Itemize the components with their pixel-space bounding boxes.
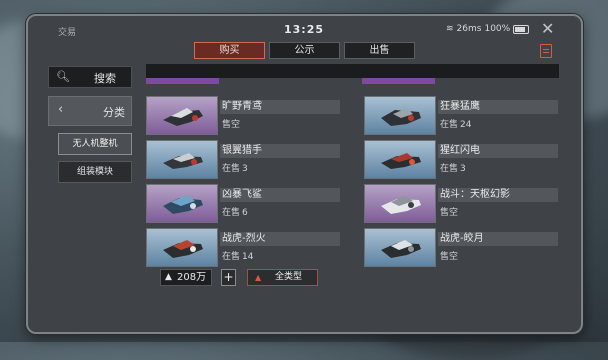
- search-label: 搜索: [94, 72, 116, 85]
- stock-value: 3: [242, 164, 248, 174]
- stock-label: 在售: [440, 164, 459, 174]
- drone-icon: [163, 240, 203, 258]
- item-stock: 在售 14: [222, 249, 253, 262]
- item-thumbnail: [146, 228, 218, 267]
- item-name: 战虎-皎月: [438, 232, 558, 246]
- drone-icon: [163, 195, 203, 214]
- tab-sell[interactable]: 出售: [344, 42, 415, 59]
- currency-balance: ▲ 208万: [160, 269, 212, 286]
- item-name: 战斗：天枢幻影: [438, 188, 558, 202]
- stock-label: 在售: [222, 252, 241, 262]
- item-name: 凶暴飞鲨: [220, 188, 340, 202]
- partial-thumbnail: [146, 78, 219, 84]
- item-thumbnail: [364, 96, 436, 135]
- status-indicators: ≋ 26ms 100%: [446, 24, 530, 34]
- partial-thumbnail: [362, 78, 435, 84]
- item-stock: 在售 24: [440, 117, 471, 130]
- stock-value: 24: [460, 120, 472, 130]
- status-bar: 交易 13:25 ≋ 26ms 100% ✕: [28, 16, 581, 44]
- item-thumbnail: [364, 140, 436, 179]
- drone-icon: [163, 153, 203, 169]
- item-card[interactable]: 战虎-皎月 售空: [364, 228, 564, 267]
- stock-label: 售空: [440, 252, 459, 262]
- type-filter-button[interactable]: ▲ 全类型: [247, 269, 318, 286]
- drone-icon: [381, 240, 421, 258]
- currency-icon: ▲: [165, 272, 172, 282]
- tab-announcement[interactable]: 公示: [269, 42, 340, 59]
- stock-label: 在售: [222, 208, 241, 218]
- search-icon: 🔍︎: [56, 70, 70, 83]
- sidebar-item-module[interactable]: 组装模块: [58, 161, 132, 183]
- stock-label: 在售: [440, 120, 459, 130]
- item-name: 旷野青鸢: [220, 100, 340, 114]
- category-toggle[interactable]: ‹ 分类: [48, 96, 132, 126]
- item-thumbnail: [146, 96, 218, 135]
- search-button[interactable]: 🔍︎ 搜索: [48, 66, 132, 88]
- item-card[interactable]: 狂暴猛鹰 在售 24: [364, 96, 564, 135]
- item-stock: 售空: [222, 117, 242, 130]
- item-stock: 售空: [440, 205, 460, 218]
- item-stock: 在售 3: [222, 161, 248, 174]
- stock-label: 售空: [222, 120, 241, 130]
- app-label: 交易: [58, 28, 77, 38]
- trade-panel: 交易 13:25 ≋ 26ms 100% ✕ 购买 公示 出售 🔍︎ 搜索 ‹ …: [26, 14, 583, 334]
- item-stock: 售空: [440, 249, 460, 262]
- sidebar-item-drone[interactable]: 无人机整机: [58, 133, 132, 155]
- drone-icon: [381, 108, 421, 126]
- stock-value: 3: [460, 164, 466, 174]
- stock-value: 6: [242, 208, 248, 218]
- filter-icon: ▲: [255, 273, 262, 282]
- battery-icon: [513, 24, 530, 34]
- chevron-left-icon: ‹: [58, 102, 64, 117]
- item-name: 狂暴猛鹰: [438, 100, 558, 114]
- drone-icon: [163, 108, 203, 126]
- item-stock: 在售 6: [222, 205, 248, 218]
- network-latency: 26ms: [456, 24, 482, 34]
- tab-buy[interactable]: 购买: [194, 42, 265, 59]
- add-currency-button[interactable]: +: [221, 269, 236, 286]
- item-name: 战虎-烈火: [220, 232, 340, 246]
- tab-bar: 购买 公示 出售: [194, 42, 415, 59]
- wifi-icon: ≋: [446, 24, 454, 34]
- currency-value: 208万: [177, 272, 207, 283]
- item-card[interactable]: 战斗：天枢幻影 售空: [364, 184, 564, 223]
- item-name: 银翼猎手: [220, 144, 340, 158]
- stock-value: 14: [242, 252, 254, 262]
- stock-label: 在售: [222, 164, 241, 174]
- list-header-bar: [146, 64, 559, 78]
- close-icon[interactable]: ✕: [541, 21, 554, 37]
- item-card[interactable]: 战虎-烈火 在售 14: [146, 228, 346, 267]
- filter-label: 全类型: [275, 272, 303, 282]
- item-thumbnail: [364, 184, 436, 223]
- item-thumbnail: [146, 140, 218, 179]
- item-card[interactable]: 凶暴飞鲨 在售 6: [146, 184, 346, 223]
- item-card[interactable]: 猩红闪电 在售 3: [364, 140, 564, 179]
- document-icon[interactable]: [540, 44, 552, 58]
- clock: 13:25: [284, 23, 325, 36]
- category-label: 分类: [103, 106, 125, 119]
- item-card[interactable]: 旷野青鸢 售空: [146, 96, 346, 135]
- item-name: 猩红闪电: [438, 144, 558, 158]
- drone-icon: [381, 153, 421, 169]
- item-stock: 在售 3: [440, 161, 466, 174]
- item-thumbnail: [146, 184, 218, 223]
- battery-percent: 100%: [484, 24, 511, 34]
- item-thumbnail: [364, 228, 436, 267]
- drone-icon: [381, 196, 421, 214]
- item-card[interactable]: 银翼猎手 在售 3: [146, 140, 346, 179]
- stock-label: 售空: [440, 208, 459, 218]
